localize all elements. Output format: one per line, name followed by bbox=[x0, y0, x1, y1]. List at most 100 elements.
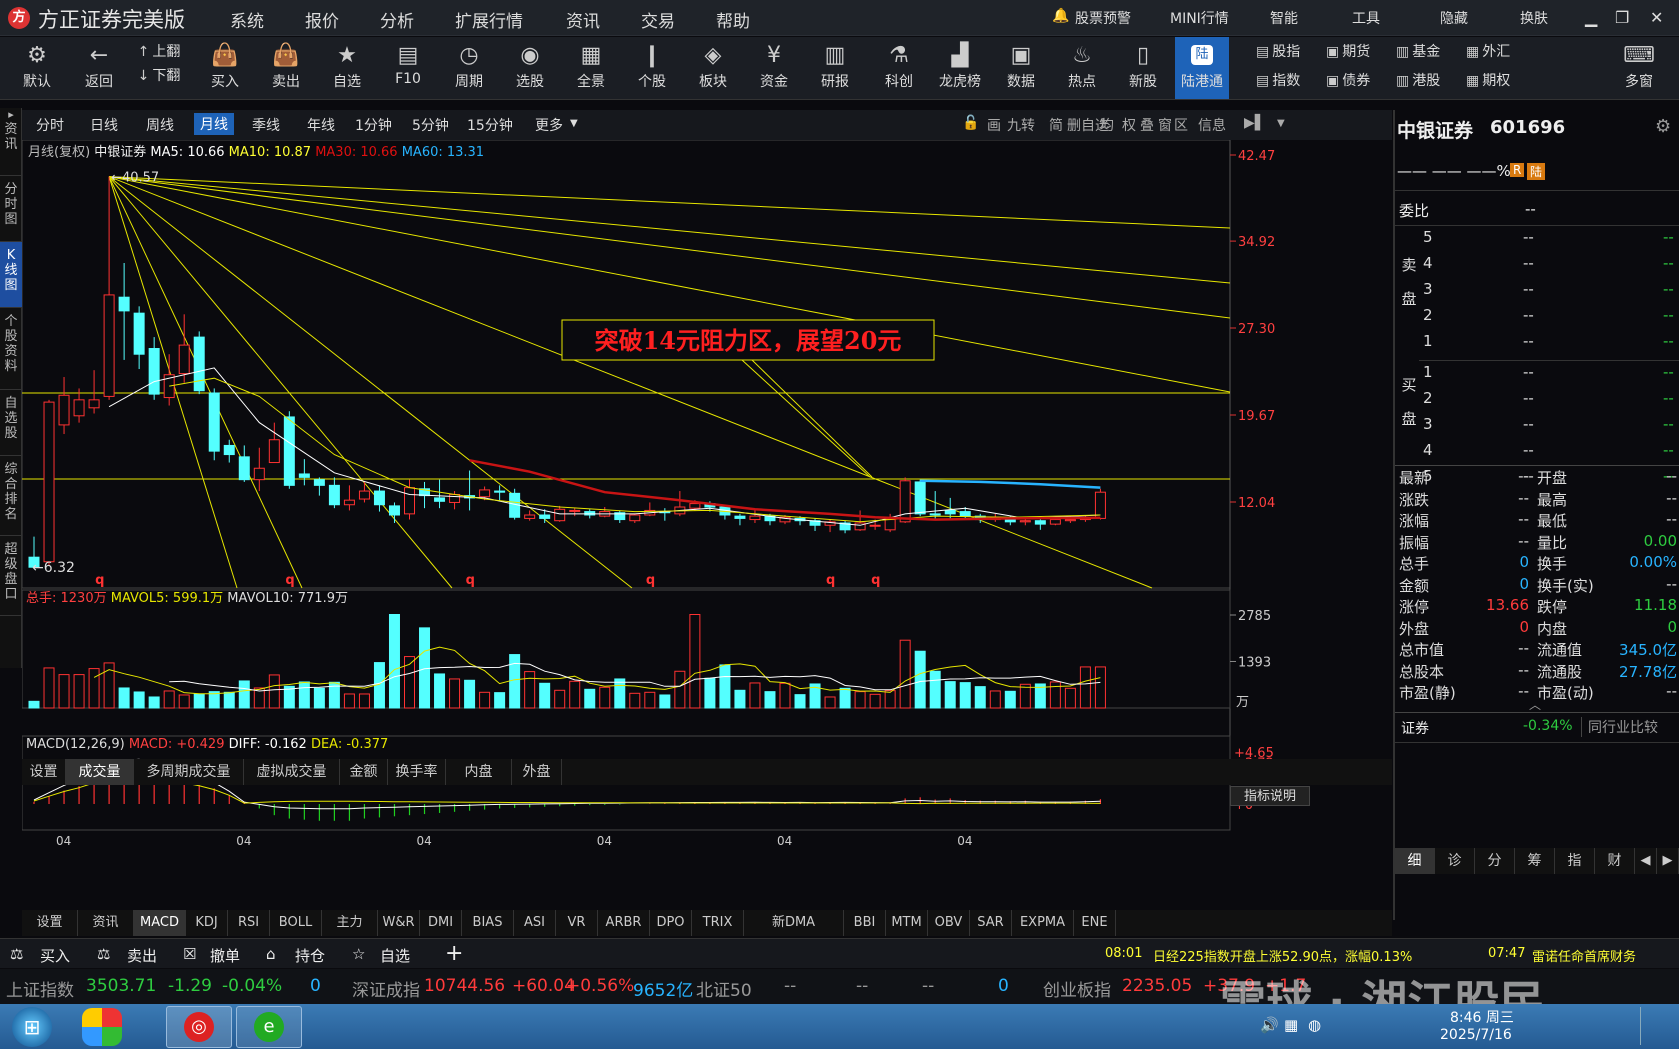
toolbar-report-button[interactable]: ▥ 研报 bbox=[806, 37, 864, 99]
order-watchlist[interactable]: 自选 bbox=[380, 945, 410, 966]
menu-analysis[interactable]: 分析 bbox=[380, 7, 414, 32]
toolbar-option-button[interactable]: ▦ 期权 bbox=[1466, 70, 1510, 92]
volume-tab-3[interactable]: 虚拟成交量 bbox=[244, 759, 340, 785]
indicator-tab-obv-18[interactable]: OBV bbox=[928, 910, 970, 936]
toolbar-f10-button[interactable]: ▤ F10 bbox=[379, 37, 437, 99]
indicator-tab-dpo-13[interactable]: DPO bbox=[650, 910, 692, 936]
quote-tab-4[interactable]: 指 bbox=[1555, 848, 1595, 874]
indicator-tab-bbi-16[interactable]: BBI bbox=[844, 910, 886, 936]
indicator-tab-sar-19[interactable]: SAR bbox=[970, 910, 1012, 936]
show-desktop-button[interactable] bbox=[1640, 1007, 1652, 1045]
toolbar-down-arrow-button[interactable]: ↓ 下翻 bbox=[128, 65, 190, 95]
volume-tab-7[interactable]: 外盘 bbox=[512, 759, 562, 785]
menu-help[interactable]: 帮助 bbox=[716, 7, 750, 32]
toolbar-fund-button[interactable]: ▥ 基金 bbox=[1396, 41, 1440, 63]
toolbar-bar-chart-button[interactable]: ▟ 龙虎榜 bbox=[931, 37, 989, 99]
menu-trade[interactable]: 交易 bbox=[641, 7, 675, 32]
order-sell[interactable]: 卖出 bbox=[127, 945, 157, 966]
indicator-tab-asi-10[interactable]: ASI bbox=[514, 910, 556, 936]
period-day[interactable]: 日线 bbox=[90, 115, 118, 135]
chart-tool-4[interactable]: 均 bbox=[1100, 115, 1114, 135]
toolbar-multiwindow-button[interactable]: ⌨ 多窗 bbox=[1610, 37, 1668, 99]
chart-tool-6[interactable]: 叠 bbox=[1140, 115, 1154, 135]
left-tab-timeshare[interactable]: 分时图 bbox=[0, 176, 22, 242]
settings-gear-icon[interactable]: ⚙ bbox=[1655, 116, 1671, 137]
volume-tab-1[interactable]: 成交量 bbox=[66, 759, 134, 785]
taskbar-browser-app[interactable]: e bbox=[236, 1006, 302, 1048]
watchlist-icon[interactable]: ☆ bbox=[352, 945, 365, 963]
cancel-order-icon[interactable]: ☒ bbox=[183, 945, 196, 963]
volume-tab-4[interactable]: 金额 bbox=[340, 759, 388, 785]
toolbar-back-arrow-button[interactable]: ← 返回 bbox=[70, 37, 128, 99]
chart-tool-1[interactable]: 九转 bbox=[1007, 115, 1035, 135]
period-week[interactable]: 周线 bbox=[146, 115, 174, 135]
indicator-tab-trix-14[interactable]: TRIX bbox=[692, 910, 744, 936]
sell-icon[interactable]: ⚖ bbox=[97, 945, 110, 963]
tool-dropdown-icon[interactable]: ▼ bbox=[1277, 118, 1285, 129]
index-name-sh[interactable]: 上证指数 bbox=[6, 976, 74, 1001]
indicator-tab-bias-9[interactable]: BIAS bbox=[462, 910, 514, 936]
indicator-tab-kdj-3[interactable]: KDJ bbox=[186, 910, 228, 936]
indicator-tab-dma-15[interactable]: 新DMA bbox=[744, 910, 844, 936]
menu-news[interactable]: 资讯 bbox=[566, 7, 600, 32]
indicator-explain-button[interactable]: 指标说明 bbox=[1230, 786, 1310, 806]
period-year[interactable]: 年线 bbox=[307, 115, 335, 135]
toolbar-index-futures-button[interactable]: ▤ 股指 bbox=[1256, 41, 1300, 63]
period-1min[interactable]: 1分钟 bbox=[355, 115, 392, 135]
indicator-tab-ene-21[interactable]: ENE bbox=[1074, 910, 1116, 936]
restore-icon[interactable]: ❐ bbox=[1615, 8, 1629, 27]
toolbar-ipo-button[interactable]: ▯ 新股 bbox=[1114, 37, 1172, 99]
toolbar-hk-connect-button[interactable]: 陆陆港通 bbox=[1175, 37, 1229, 99]
play-icon[interactable]: ▶▌ bbox=[1244, 115, 1266, 131]
menu-extended[interactable]: 扩展行情 bbox=[455, 7, 523, 32]
lock-icon[interactable]: 🔓 bbox=[962, 115, 979, 131]
taskbar-fangzheng-app[interactable]: ◎ bbox=[166, 1006, 232, 1048]
minimize-icon[interactable]: ▁ bbox=[1585, 8, 1597, 27]
left-tab-super-panel[interactable]: 超级盘口 bbox=[0, 536, 22, 616]
toolbar-futures-button[interactable]: ▣ 期货 bbox=[1326, 41, 1370, 63]
order-buy[interactable]: 买入 bbox=[40, 945, 70, 966]
chart-tool-7[interactable]: 窗 bbox=[1158, 115, 1172, 135]
volume-tab-6[interactable]: 内盘 bbox=[446, 759, 512, 785]
toolbar-yuan-button[interactable]: ¥ 资金 bbox=[745, 37, 803, 99]
toolbar-bond-button[interactable]: ▣ 债券 bbox=[1326, 70, 1370, 92]
toolbar-sell-bag-button[interactable]: 👜 卖出 bbox=[257, 37, 315, 99]
volume-tab-2[interactable]: 多周期成交量 bbox=[134, 759, 244, 785]
clock-time[interactable]: 8:46 周三 bbox=[1450, 1007, 1514, 1027]
left-tab-watchlist[interactable]: 自选股 bbox=[0, 390, 22, 456]
indicator-tab-macd-2[interactable]: MACD bbox=[134, 910, 186, 936]
toolbar-index-button[interactable]: ▤ 指数 bbox=[1256, 70, 1300, 92]
indicator-tab-mtm-17[interactable]: MTM bbox=[886, 910, 928, 936]
left-tab-profile[interactable]: 个股资料 bbox=[0, 308, 22, 390]
close-icon[interactable]: ✕ bbox=[1650, 8, 1663, 27]
toolbar-layers-button[interactable]: ◈ 板块 bbox=[684, 37, 742, 99]
volume-tab-5[interactable]: 换手率 bbox=[388, 759, 446, 785]
menu-tools[interactable]: 工具 bbox=[1352, 8, 1380, 28]
order-position[interactable]: 持仓 bbox=[295, 945, 325, 966]
period-quarter[interactable]: 季线 bbox=[252, 115, 280, 135]
quote-tab-0[interactable]: 细 bbox=[1395, 848, 1435, 874]
period-more[interactable]: 更多 bbox=[535, 115, 563, 135]
toolbar-stock-select-button[interactable]: ◉ 选股 bbox=[501, 37, 559, 99]
chart-tool-9[interactable]: 信息 bbox=[1198, 115, 1226, 135]
left-tab-ranking[interactable]: 综合排名 bbox=[0, 456, 22, 536]
collapse-up-icon[interactable]: ︿ bbox=[1529, 696, 1541, 713]
toolbar-forex-button[interactable]: ▦ 外汇 bbox=[1466, 41, 1510, 63]
indicator-tab-boll-5[interactable]: BOLL bbox=[270, 910, 322, 936]
quote-tab-3[interactable]: 筹 bbox=[1515, 848, 1555, 874]
volume-tab-0[interactable]: 设置 bbox=[22, 759, 66, 785]
left-tab-news[interactable]: 资讯 bbox=[0, 116, 22, 176]
toolbar-monitor-chart-button[interactable]: ▣ 数据 bbox=[992, 37, 1050, 99]
indicator-tab-arbr-12[interactable]: ARBR bbox=[598, 910, 650, 936]
tray-app-icon[interactable]: ◍ bbox=[1308, 1016, 1321, 1034]
left-tab-kline[interactable]: K线图 bbox=[0, 242, 22, 308]
more-dropdown-icon[interactable]: ▼ bbox=[570, 118, 578, 129]
toolbar-clock-button[interactable]: ◷ 周期 bbox=[440, 37, 498, 99]
news2-text[interactable]: 雷诺任命首席财务 bbox=[1532, 946, 1636, 965]
indicator-tab--6[interactable]: 主力 bbox=[322, 910, 378, 936]
quote-tab-1[interactable]: 诊 bbox=[1435, 848, 1475, 874]
toolbar-buy-bag-button[interactable]: 👜 买入 bbox=[196, 37, 254, 99]
tab-prev-icon[interactable]: ◀ bbox=[1635, 848, 1657, 874]
windows-start-icon[interactable]: ⊞ bbox=[12, 1007, 52, 1047]
menu-system[interactable]: 系统 bbox=[230, 7, 264, 32]
